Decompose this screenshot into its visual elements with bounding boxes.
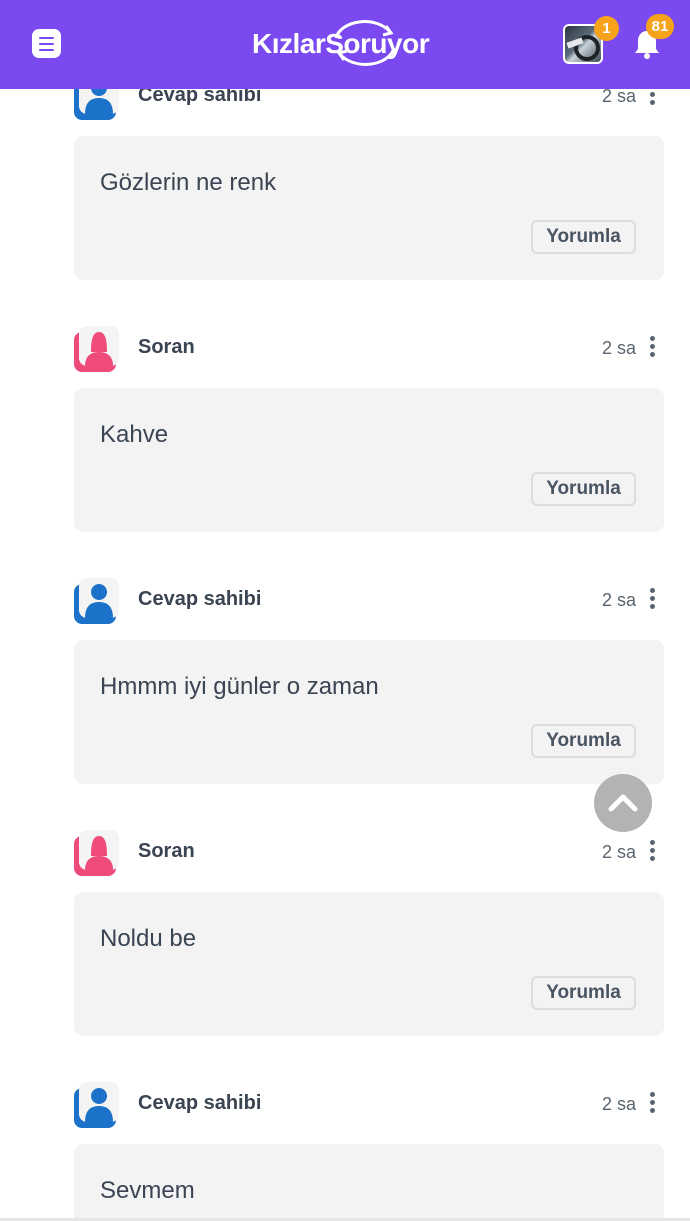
more-vertical-icon[interactable] — [650, 1092, 656, 1116]
profile-badge: 1 — [594, 16, 619, 41]
more-vertical-icon[interactable] — [650, 336, 656, 360]
author-name[interactable]: Cevap sahibi — [138, 588, 261, 611]
user-avatar[interactable] — [74, 326, 120, 372]
message-text: Kahve — [100, 421, 169, 448]
more-vertical-icon[interactable] — [650, 588, 656, 612]
anonymous-male-icon — [85, 1088, 113, 1122]
user-avatar[interactable] — [74, 1082, 120, 1128]
logo-ring-icon — [334, 20, 396, 66]
message-card: Kahve Yorumla — [74, 388, 664, 532]
timestamp: 2 sa — [602, 86, 637, 106]
message-card: Sevmem — [74, 1144, 664, 1221]
chevron-up-icon — [608, 794, 638, 812]
message-card: Hmmm iyi günler o zaman Yorumla — [74, 640, 664, 784]
site-logo[interactable]: KızlarSoruyor — [252, 20, 442, 66]
notification-badge: 81 — [646, 14, 674, 39]
message-text: Gözlerin ne renk — [100, 169, 277, 196]
top-navigation-bar: KızlarSoruyor 1 81 — [0, 0, 690, 89]
author-name[interactable]: Soran — [138, 840, 195, 863]
message-card: Noldu be Yorumla — [74, 892, 664, 1036]
message-card: Gözlerin ne renk Yorumla — [74, 136, 664, 280]
message-text: Hmmm iyi günler o zaman — [100, 673, 379, 700]
message-text: Sevmem — [100, 1177, 195, 1204]
timestamp: 2 sa — [602, 590, 637, 610]
comment-button[interactable]: Yorumla — [531, 976, 636, 1010]
user-avatar[interactable] — [74, 578, 120, 624]
anonymous-female-icon — [85, 332, 113, 366]
comment-button[interactable]: Yorumla — [531, 220, 636, 254]
comment-button[interactable]: Yorumla — [531, 472, 636, 506]
author-name[interactable]: Soran — [138, 336, 195, 359]
timestamp: 2 sa — [602, 1094, 637, 1114]
menu-icon[interactable] — [32, 29, 61, 58]
author-name[interactable]: Cevap sahibi — [138, 1092, 261, 1115]
message-text: Noldu be — [100, 925, 197, 952]
user-avatar[interactable] — [74, 830, 120, 876]
timestamp: 2 sa — [602, 338, 637, 358]
anonymous-male-icon — [85, 584, 113, 618]
comment-button[interactable]: Yorumla — [531, 724, 636, 758]
timestamp: 2 sa — [602, 842, 637, 862]
more-vertical-icon[interactable] — [650, 840, 656, 864]
anonymous-female-icon — [85, 836, 113, 870]
scroll-to-top-button[interactable] — [594, 774, 652, 832]
